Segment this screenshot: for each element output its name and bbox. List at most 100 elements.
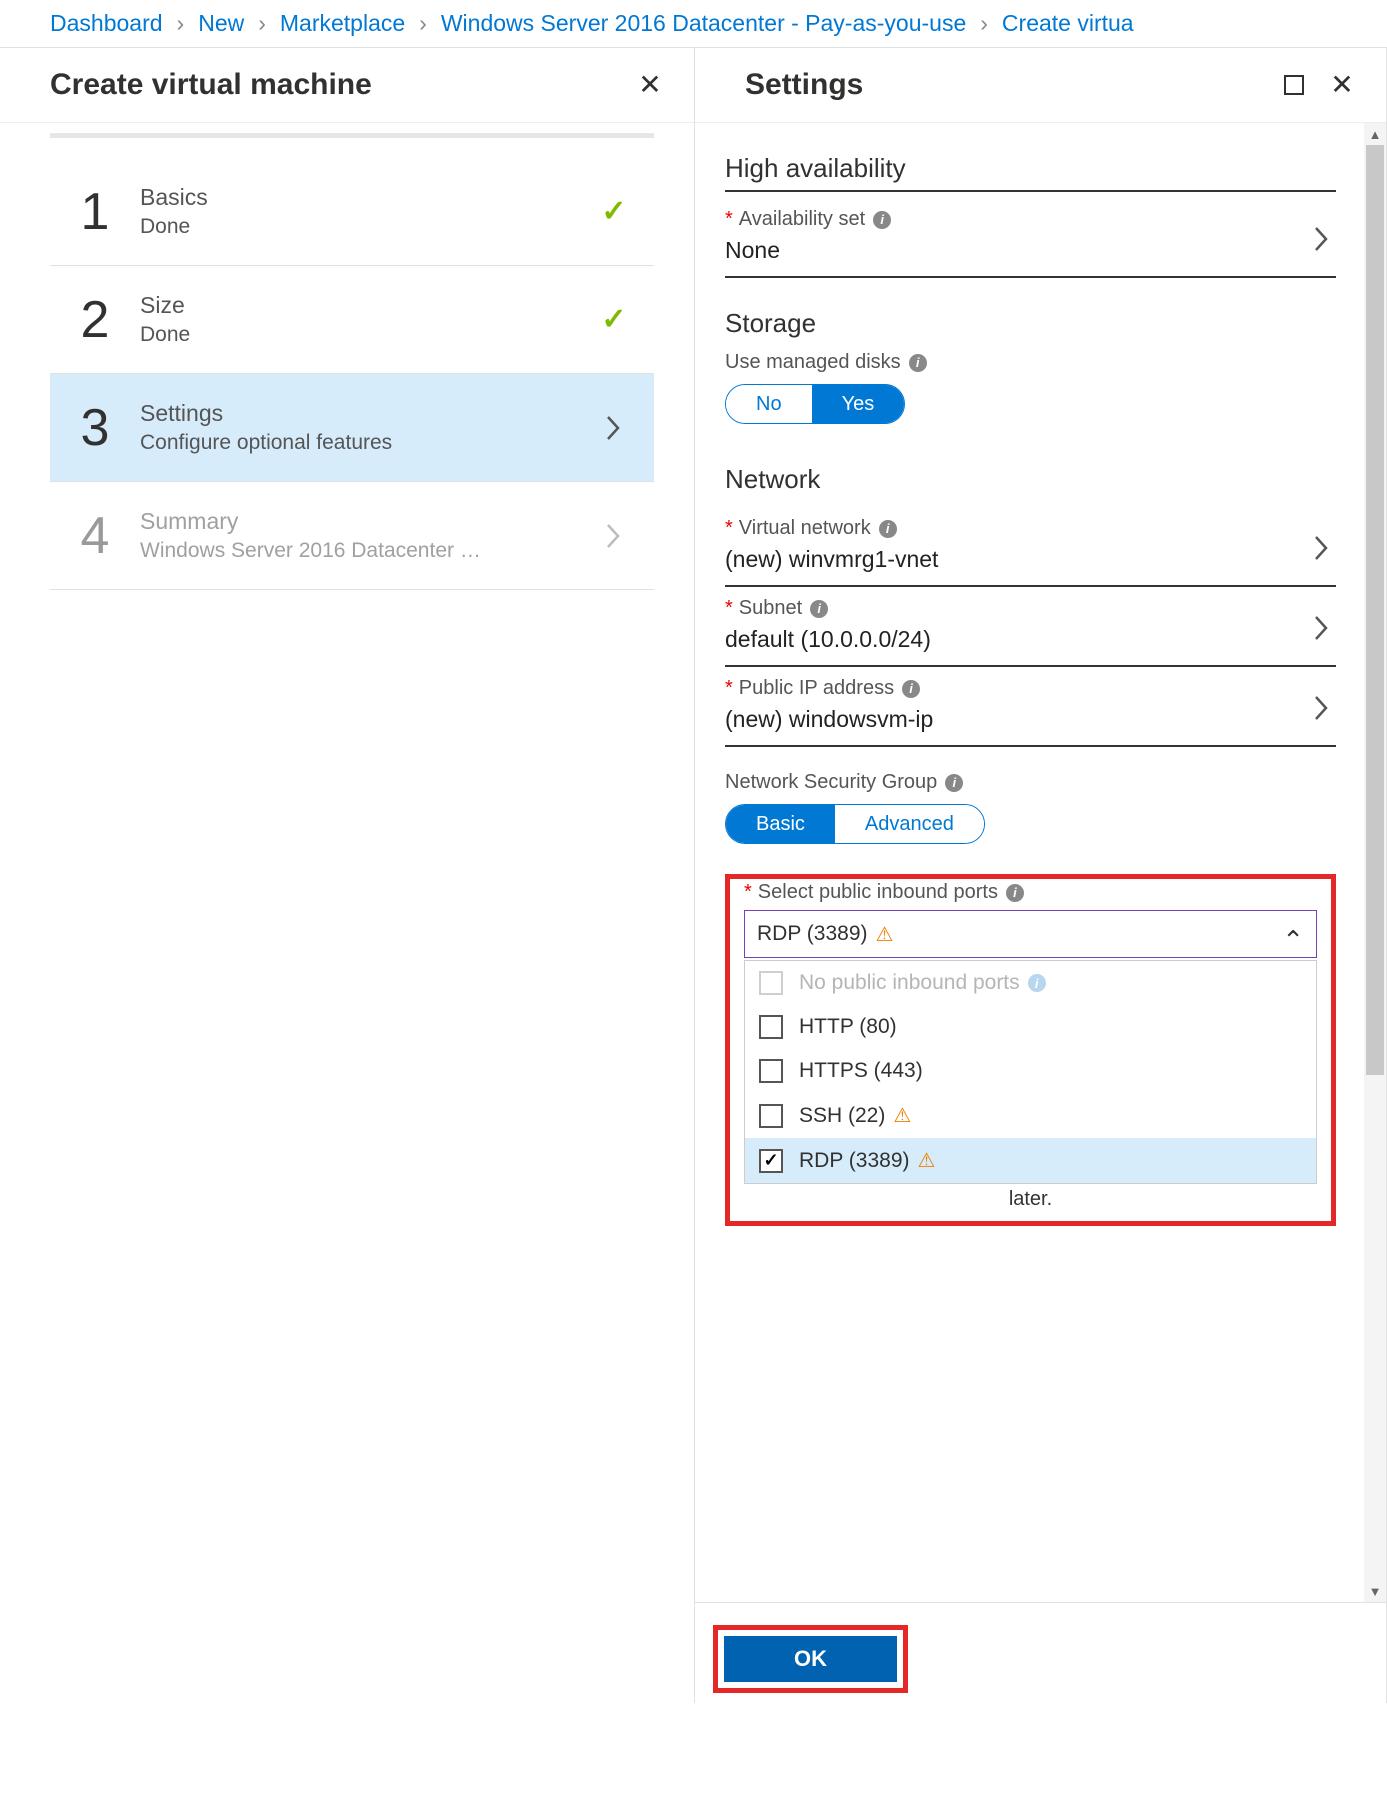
- field-value: (new) winvmrg1-vnet: [725, 546, 1308, 573]
- nsg-toggle[interactable]: Basic Advanced: [725, 804, 985, 844]
- toggle-no[interactable]: No: [726, 385, 812, 423]
- scroll-up-icon[interactable]: ▲: [1364, 123, 1386, 145]
- info-icon[interactable]: i: [810, 600, 828, 618]
- restore-button[interactable]: [1280, 71, 1308, 99]
- blade-footer: OK: [695, 1602, 1386, 1703]
- toggle-advanced[interactable]: Advanced: [835, 805, 984, 843]
- breadcrumb-item[interactable]: Create virtua: [1002, 10, 1134, 37]
- inbound-ports-dropdown: No public inbound ports i HTTP (80) HTTP…: [744, 960, 1317, 1184]
- warning-icon: ⚠: [918, 1148, 936, 1173]
- warning-icon: ⚠: [893, 1103, 911, 1128]
- select-value: RDP (3389): [757, 922, 868, 946]
- warning-icon: ⚠: [876, 922, 894, 947]
- virtual-network-field[interactable]: * Virtual network i (new) winvmrg1-vnet: [725, 507, 1336, 587]
- info-icon[interactable]: i: [945, 774, 963, 792]
- option-label: HTTPS (443): [799, 1059, 923, 1083]
- step-subtitle: Done: [140, 215, 594, 239]
- section-storage: Storage: [725, 308, 1336, 345]
- required-icon: *: [725, 677, 733, 700]
- port-option-ssh[interactable]: SSH (22) ⚠: [745, 1093, 1316, 1138]
- ok-highlight: OK: [713, 1625, 908, 1693]
- managed-disks-toggle[interactable]: No Yes: [725, 384, 905, 424]
- breadcrumb-item[interactable]: Windows Server 2016 Datacenter - Pay-as-…: [441, 10, 966, 37]
- chevron-right-icon: [606, 523, 622, 549]
- checkbox[interactable]: [759, 1015, 783, 1039]
- toggle-yes[interactable]: Yes: [812, 385, 905, 423]
- breadcrumb-item[interactable]: New: [198, 10, 244, 37]
- required-icon: *: [725, 597, 733, 620]
- subnet-field[interactable]: *Subneti default (10.0.0.0/24): [725, 587, 1336, 667]
- step-title: Size: [140, 292, 594, 319]
- info-icon[interactable]: i: [873, 211, 891, 229]
- field-label: Virtual network: [739, 517, 871, 540]
- public-ip-field[interactable]: * Public IP address i (new) windowsvm-ip: [725, 667, 1336, 747]
- create-vm-blade: Create virtual machine ✕ 1 Basics Done ✓…: [0, 48, 695, 1703]
- checkbox[interactable]: [759, 1059, 783, 1083]
- field-value: default (10.0.0.0/24): [725, 626, 1308, 653]
- ports-label: Select public inbound ports: [758, 881, 998, 904]
- option-label: HTTP (80): [799, 1015, 897, 1039]
- chevron-right-icon: [606, 415, 622, 441]
- breadcrumb-item[interactable]: Dashboard: [50, 10, 163, 37]
- option-label: SSH (22): [799, 1104, 885, 1128]
- step-number: 4: [60, 510, 130, 562]
- step-subtitle: Windows Server 2016 Datacenter …: [140, 539, 594, 563]
- checkbox[interactable]: [759, 971, 783, 995]
- wizard-step-size[interactable]: 2 Size Done ✓: [50, 266, 654, 374]
- chevron-right-icon: ›: [419, 10, 427, 37]
- nsg-label: Network Security Group: [725, 771, 937, 794]
- scrollbar[interactable]: ▲ ▼: [1364, 123, 1386, 1602]
- field-label: Availability set: [739, 208, 865, 231]
- scrollbar-thumb[interactable]: [1366, 145, 1384, 1075]
- checkbox[interactable]: [759, 1149, 783, 1173]
- step-number: 2: [60, 294, 130, 346]
- wizard-step-basics[interactable]: 1 Basics Done ✓: [50, 158, 654, 266]
- managed-disks-label: Use managed disks: [725, 351, 901, 374]
- field-value: (new) windowsvm-ip: [725, 706, 1308, 733]
- progress-bar: [50, 133, 654, 138]
- toggle-basic[interactable]: Basic: [726, 805, 835, 843]
- chevron-right-icon: [1314, 615, 1330, 641]
- breadcrumb-item[interactable]: Marketplace: [280, 10, 405, 37]
- required-icon: *: [725, 517, 733, 540]
- required-icon: *: [744, 881, 752, 904]
- chevron-right-icon: [1314, 226, 1330, 252]
- blade-title: Create virtual machine: [50, 68, 616, 102]
- scroll-down-icon[interactable]: ▼: [1364, 1580, 1386, 1602]
- port-option-rdp[interactable]: RDP (3389) ⚠: [745, 1138, 1316, 1183]
- trailing-text: later.: [744, 1188, 1317, 1211]
- option-label: RDP (3389): [799, 1149, 910, 1173]
- close-button[interactable]: ✕: [1328, 71, 1356, 99]
- info-icon[interactable]: i: [879, 520, 897, 538]
- wizard-step-summary[interactable]: 4 Summary Windows Server 2016 Datacenter…: [50, 482, 654, 590]
- step-number: 3: [60, 402, 130, 454]
- step-title: Basics: [140, 184, 594, 211]
- section-network: Network: [725, 464, 1336, 501]
- inbound-ports-highlight: * Select public inbound ports i RDP (3389)…: [725, 874, 1336, 1226]
- step-number: 1: [60, 186, 130, 238]
- step-title: Settings: [140, 400, 594, 427]
- port-option-http[interactable]: HTTP (80): [745, 1005, 1316, 1049]
- ok-button[interactable]: OK: [724, 1636, 897, 1682]
- info-icon[interactable]: i: [1028, 974, 1046, 992]
- field-label: Public IP address: [739, 677, 894, 700]
- availability-set-field[interactable]: *Availability seti None: [725, 198, 1336, 278]
- settings-blade: Settings ✕ High availability *Availabili…: [695, 48, 1387, 1703]
- option-label: No public inbound ports: [799, 971, 1020, 995]
- info-icon[interactable]: i: [909, 354, 927, 372]
- window-icon: [1284, 75, 1304, 95]
- chevron-right-icon: ›: [980, 10, 988, 37]
- inbound-ports-select[interactable]: RDP (3389) ⚠: [744, 910, 1317, 958]
- chevron-up-icon: [1282, 919, 1304, 950]
- port-option-https[interactable]: HTTPS (443): [745, 1049, 1316, 1093]
- chevron-right-icon: ›: [177, 10, 185, 37]
- checkbox[interactable]: [759, 1104, 783, 1128]
- close-button[interactable]: ✕: [636, 71, 664, 99]
- port-option-none[interactable]: No public inbound ports i: [745, 961, 1316, 1005]
- wizard-step-settings[interactable]: 3 Settings Configure optional features: [50, 374, 654, 482]
- close-icon: ✕: [1330, 71, 1353, 99]
- info-icon[interactable]: i: [1006, 884, 1024, 902]
- blade-title: Settings: [745, 68, 1260, 102]
- info-icon[interactable]: i: [902, 680, 920, 698]
- required-icon: *: [725, 208, 733, 231]
